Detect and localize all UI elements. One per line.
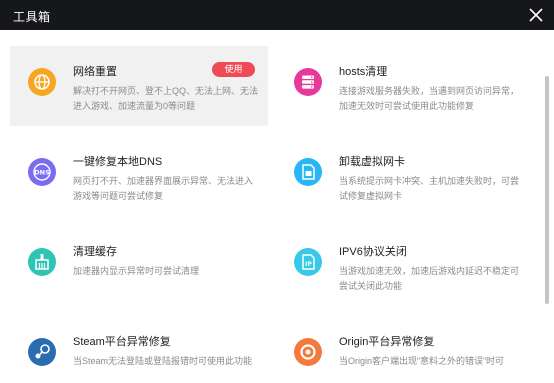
tool-name: Origin平台异常修复 xyxy=(339,336,435,348)
svg-text:IP: IP xyxy=(305,261,312,268)
tool-description: 解决打不开网页、登不上QQ、无法上网、无法进入游戏、加速流量为0等问题 xyxy=(73,86,259,111)
title-bar: 工具箱 xyxy=(0,0,554,30)
window-title: 工具箱 xyxy=(13,10,51,24)
svg-text:DNS: DNS xyxy=(34,169,50,177)
tool-fix-dns[interactable]: DNS 一键修复本地DNS 网页打不开、加速器界面展示异常、无法进入游戏等问题可… xyxy=(10,136,268,216)
tool-name: IPV6协议关闭 xyxy=(339,246,407,258)
tool-network-reset[interactable]: 网络重置 使用 解决打不开网页、登不上QQ、无法上网、无法进入游戏、加速流量为0… xyxy=(10,46,268,126)
tool-description: 当游戏加速无效，加速后游戏内延迟不稳定可尝试关闭此功能 xyxy=(339,266,520,291)
tool-hosts-clean[interactable]: hosts清理 连接游戏服务器失败，当遇到网页访问异常，加速无效时可尝试使用此功… xyxy=(276,46,534,126)
scrollbar[interactable] xyxy=(545,76,549,304)
tool-description: 连接游戏服务器失败，当遇到网页访问异常，加速无效时可尝试使用此功能修复 xyxy=(339,86,520,111)
steam-icon xyxy=(28,338,56,366)
broom-icon xyxy=(28,248,56,276)
dns-icon: DNS xyxy=(28,158,56,186)
tool-name: 卸载虚拟网卡 xyxy=(339,156,405,168)
tool-origin-fix[interactable]: Origin平台异常修复 当Origin客户端出现“意料之外的错误”时可 xyxy=(276,316,534,383)
tool-steam-fix[interactable]: Steam平台异常修复 当Steam无法登陆或登陆报错时可使用此功能 xyxy=(10,316,268,383)
close-icon[interactable] xyxy=(528,7,544,23)
tool-description: 当系统提示网卡冲突、主机加速失败时，可尝试修复虚拟网卡 xyxy=(339,176,520,201)
tool-uninstall-virtual-nic[interactable]: 卸载虚拟网卡 当系统提示网卡冲突、主机加速失败时，可尝试修复虚拟网卡 xyxy=(276,136,534,216)
ip-card-icon: IP xyxy=(294,248,322,276)
tool-clear-cache[interactable]: 清理缓存 加速器内显示异常时可尝试清理 xyxy=(10,226,268,306)
tool-name: 清理缓存 xyxy=(73,246,117,258)
sim-card-icon xyxy=(294,158,322,186)
tool-name: 一键修复本地DNS xyxy=(73,156,163,168)
use-button[interactable]: 使用 xyxy=(212,62,255,77)
tool-description: 当Origin客户端出现“意料之外的错误”时可 xyxy=(339,356,505,366)
tool-description: 当Steam无法登陆或登陆报错时可使用此功能 xyxy=(73,356,253,366)
server-icon xyxy=(294,68,322,96)
tool-description: 加速器内显示异常时可尝试清理 xyxy=(73,266,200,276)
globe-icon xyxy=(28,68,56,96)
origin-icon xyxy=(294,338,322,366)
tool-name: 网络重置 xyxy=(73,66,117,78)
tool-list: 网络重置 使用 解决打不开网页、登不上QQ、无法上网、无法进入游戏、加速流量为0… xyxy=(0,30,554,383)
tool-description: 网页打不开、加速器界面展示异常、无法进入游戏等问题可尝试修复 xyxy=(73,176,254,201)
tool-name: Steam平台异常修复 xyxy=(73,336,171,348)
tool-name: hosts清理 xyxy=(339,66,388,78)
tool-ipv6-off[interactable]: IP IPV6协议关闭 当游戏加速无效，加速后游戏内延迟不稳定可尝试关闭此功能 xyxy=(276,226,534,306)
